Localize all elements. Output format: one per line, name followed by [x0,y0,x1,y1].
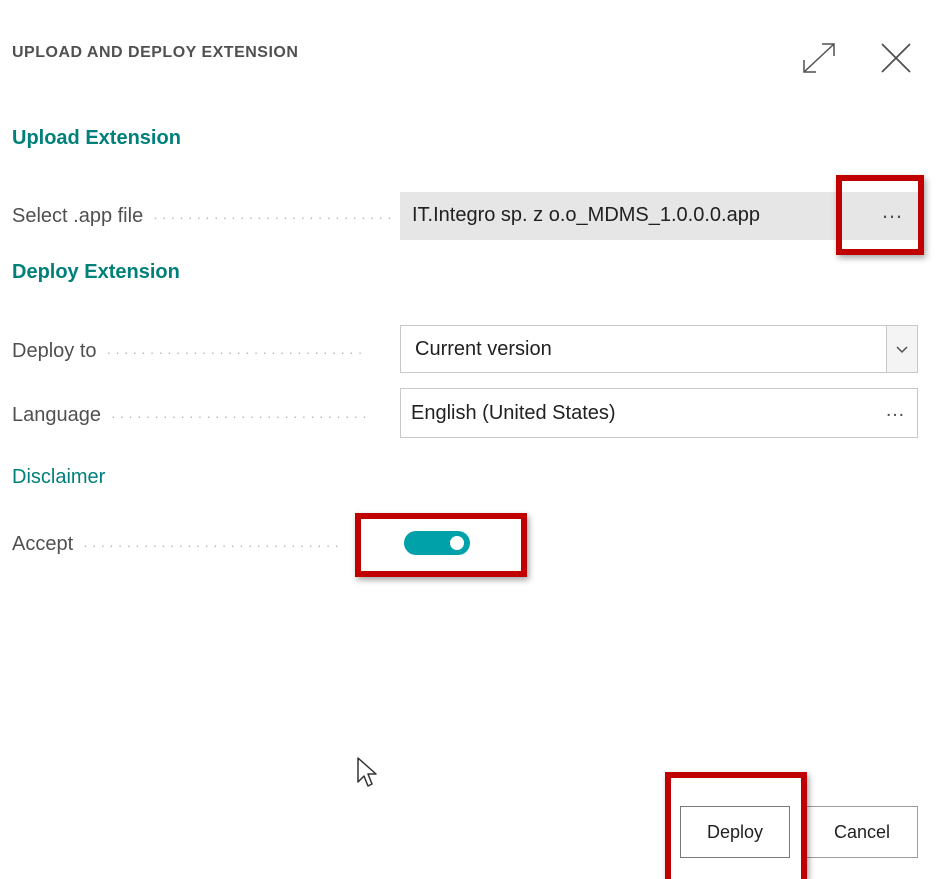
deploy-to-label: Deploy to ······························ [12,340,392,363]
select-app-file-label: Select .app file ························… [12,205,392,228]
deploy-to-text: Deploy to [12,340,97,362]
label-leader-dots: ······························· [153,208,392,225]
label-leader-dots: ······························ [110,407,371,424]
highlight-box-deploy-button [665,772,807,879]
close-icon[interactable] [876,38,916,78]
select-app-file-value: IT.Integro sp. z o.o_MDMS_1.0.0.0.app [412,204,760,226]
language-lookup-button[interactable]: … [885,399,905,422]
language-text: Language [12,404,101,426]
label-leader-dots: ······························ [106,343,367,360]
language-field[interactable]: English (United States) … [400,388,918,438]
dialog-title: UPLOAD AND DEPLOY EXTENSION [12,44,299,61]
mouse-cursor-icon [356,756,378,790]
chevron-down-icon[interactable] [886,326,917,372]
cancel-button[interactable]: Cancel [806,806,918,858]
deploy-to-value: Current version [415,338,552,360]
deploy-extension-heading: Deploy Extension [12,261,180,283]
highlight-box-accept-toggle [355,513,527,577]
accept-text: Accept [12,533,74,555]
accept-label: Accept ······························ [12,533,352,556]
label-leader-dots: ······························ [83,536,344,553]
language-label: Language ······························ [12,404,392,427]
select-app-file-text: Select .app file [12,205,144,227]
upload-extension-heading: Upload Extension [12,127,181,149]
language-value: English (United States) [411,402,616,424]
deploy-to-select[interactable]: Current version [400,325,918,373]
disclaimer-link[interactable]: Disclaimer [12,466,105,489]
expand-icon[interactable] [800,38,840,78]
highlight-box-file-browse [836,175,924,255]
